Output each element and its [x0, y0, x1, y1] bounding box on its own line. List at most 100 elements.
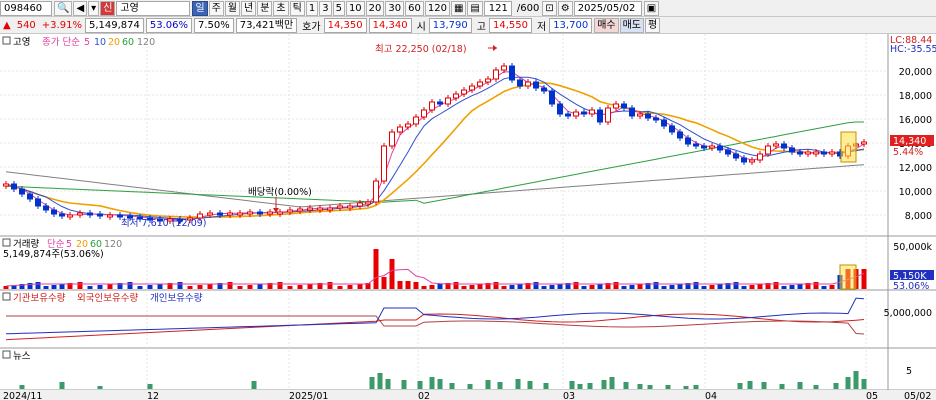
volume-bar-85: [741, 286, 747, 289]
price-tick-8000: 8,000: [905, 211, 932, 222]
news-bar-4: [251, 381, 257, 389]
interval-10[interactable]: 10: [345, 0, 365, 16]
volume-bar-5: [43, 286, 49, 289]
eval-button[interactable]: 평: [645, 17, 661, 33]
news-bar-32: [761, 382, 767, 389]
volume-bar-81: [709, 285, 715, 289]
volume-bar-57: [517, 284, 523, 289]
x-tick-02: 02: [418, 391, 430, 400]
candle-body-91: [789, 147, 795, 153]
volume-bar-74: [653, 282, 659, 289]
buy-button[interactable]: 매수: [594, 17, 619, 33]
stock-chart[interactable]: 20,000 18,000 16,000 14,000 12,000 10,00…: [0, 34, 936, 400]
candle-body-71: [629, 107, 635, 117]
candle-body-74: [653, 117, 659, 121]
candle-body-92: [797, 151, 803, 155]
volume-bar-21: [197, 285, 203, 289]
interval-5[interactable]: 5: [332, 0, 345, 16]
volume-bar-31: [297, 285, 303, 289]
date-input[interactable]: 2025/05/02: [573, 0, 642, 16]
news-bar-35: [813, 385, 819, 389]
volume-bar-65: [581, 286, 587, 289]
candle-body-24: [227, 212, 233, 216]
x-tick-04: 04: [705, 391, 717, 400]
candle-body-64: [573, 111, 579, 117]
volume-bar-75: [661, 286, 667, 289]
tab-second[interactable]: 초: [273, 0, 289, 16]
news-bar-22: [601, 380, 607, 389]
interval-20[interactable]: 20: [365, 0, 385, 16]
interval-60[interactable]: 60: [405, 0, 424, 16]
candle-body-26: [247, 211, 253, 215]
news-bar-13: [467, 384, 473, 389]
candle-body-90: [781, 143, 787, 149]
candle-body-61: [549, 90, 555, 105]
price-change-pct: +3.91%: [41, 19, 82, 31]
volume-bar-91: [789, 285, 795, 289]
candle-body-25: [237, 212, 243, 216]
candle-body-88: [765, 145, 771, 155]
candle-body-93: [805, 151, 811, 155]
stock-name-field[interactable]: 고영: [116, 0, 191, 16]
candle-body-75: [661, 119, 667, 127]
volume-bar-80: [701, 286, 707, 289]
news-bar-19: [569, 381, 575, 389]
volume-bar-42: [397, 281, 403, 289]
tab-tick[interactable]: 틱: [289, 0, 305, 16]
candle-body-5: [43, 205, 49, 211]
x-axis-background: [0, 390, 936, 400]
candle-body-67: [597, 109, 603, 123]
volume-bar-0: [3, 286, 9, 289]
tab-week[interactable]: 주: [208, 0, 224, 16]
compare-icon[interactable]: ▤: [467, 0, 483, 16]
tab-month[interactable]: 월: [224, 0, 240, 16]
news-bar-33: [779, 384, 785, 389]
news-bar-28: [683, 386, 689, 389]
price-change: 540: [16, 19, 36, 31]
candle-body-11: [97, 213, 103, 217]
interval-3[interactable]: 3: [319, 0, 332, 16]
speaker-icon[interactable]: ◀: [73, 0, 88, 16]
volume-value: 5,149,874: [84, 17, 144, 33]
gear-icon[interactable]: ⚙: [557, 0, 573, 16]
count-input[interactable]: 121: [483, 0, 512, 16]
ma-10: 10: [94, 37, 106, 48]
search-icon[interactable]: 🔍: [54, 0, 73, 16]
candle-body-80: [701, 145, 707, 149]
volume-bar-32: [307, 284, 313, 289]
settings-icon[interactable]: ▾: [88, 0, 100, 16]
volume-bar-77: [677, 284, 683, 289]
volume-bar-19: [177, 282, 183, 289]
volume-bar-17: [157, 284, 163, 289]
sell-button[interactable]: 매도: [619, 17, 644, 33]
stock-code-input[interactable]: 098460: [0, 0, 52, 16]
tab-day[interactable]: 일: [192, 0, 208, 16]
candle-body-83: [725, 149, 731, 155]
current-price-pct: 5.44%: [893, 147, 923, 158]
volume-bar-10: [87, 286, 93, 289]
volume-bar-35: [337, 286, 343, 289]
volume-ma-120: 120: [104, 239, 122, 250]
volume-bar-51: [469, 285, 475, 289]
volume-bar-20: [187, 286, 193, 289]
low-label: 저: [536, 21, 547, 33]
calendar-icon[interactable]: ▣: [643, 0, 660, 16]
chart-type-icon[interactable]: ▦: [450, 0, 467, 16]
interval-1[interactable]: 1: [305, 0, 319, 16]
candle-body-96: [829, 151, 835, 155]
volume-bar-60: [541, 286, 547, 289]
individual-legend: 개인보유수량: [150, 292, 203, 304]
interval-120[interactable]: 120: [424, 0, 450, 16]
interval-30[interactable]: 30: [385, 0, 405, 16]
candle-body-51: [469, 85, 475, 91]
price-tick-18000: 18,000: [899, 91, 932, 102]
candle-body-1: [11, 183, 17, 190]
volume-bar-15: [137, 286, 143, 289]
candle-body-55: [501, 65, 507, 71]
lock-icon[interactable]: ⊡: [542, 0, 557, 16]
tab-year[interactable]: 년: [241, 0, 257, 16]
foreign-legend: 외국인보유수량: [77, 292, 138, 304]
tab-minute[interactable]: 분: [257, 0, 273, 16]
candle-body-77: [677, 131, 683, 139]
news-bar-20: [577, 384, 583, 389]
